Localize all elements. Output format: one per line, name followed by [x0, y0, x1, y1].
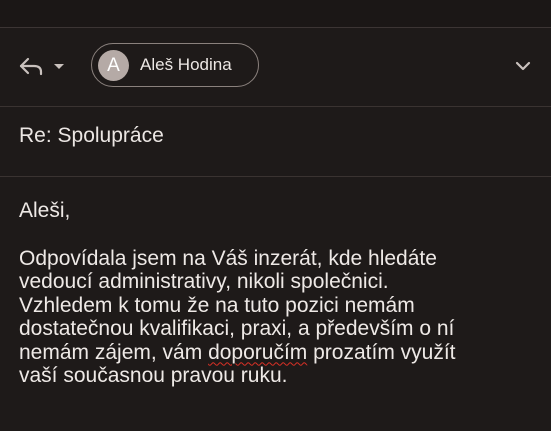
- divider: [0, 176, 551, 177]
- body-line: Odpovídala jsem na Váš inzerát, kde hled…: [19, 246, 437, 270]
- body-line: vaší současnou pravou ruku.: [19, 364, 288, 387]
- message-body[interactable]: Aleši, Odpovídala jsem na Váš inzerát, k…: [19, 199, 544, 388]
- divider: [0, 106, 551, 107]
- chevron-down-icon[interactable]: [513, 56, 533, 76]
- email-reply-screen: A Aleš Hodina Re: Spolupráce Aleši, Odpo…: [0, 0, 551, 431]
- body-line: dostatečnou kvalifikaci, praxi, a předev…: [19, 317, 455, 340]
- greeting: Aleši,: [19, 199, 71, 222]
- subject-field[interactable]: Re: Spolupráce: [19, 124, 164, 148]
- message-paragraph: Odpovídala jsem na Váš inzerát, kde hled…: [19, 247, 544, 388]
- avatar: A: [98, 49, 129, 81]
- body-text: prozatím využít: [307, 340, 456, 364]
- reply-icon: [18, 56, 44, 76]
- reply-toolbar: A Aleš Hodina: [0, 28, 551, 106]
- body-line: nemám zájem, vám doporučím prozatím využ…: [19, 341, 544, 365]
- recipient-chip[interactable]: A Aleš Hodina: [91, 43, 259, 87]
- body-line: vedoucí administrativy, nikoli společnic…: [19, 270, 389, 293]
- caret-down-icon[interactable]: [52, 61, 66, 71]
- body-line: Vzhledem k tomu že na tuto pozici nemám: [19, 293, 415, 317]
- top-bar: [0, 0, 551, 28]
- misspelled-word[interactable]: doporučím: [208, 341, 307, 364]
- reply-button[interactable]: [18, 50, 74, 82]
- body-text: nemám zájem, vám: [19, 340, 209, 364]
- recipient-name: Aleš Hodina: [140, 55, 232, 74]
